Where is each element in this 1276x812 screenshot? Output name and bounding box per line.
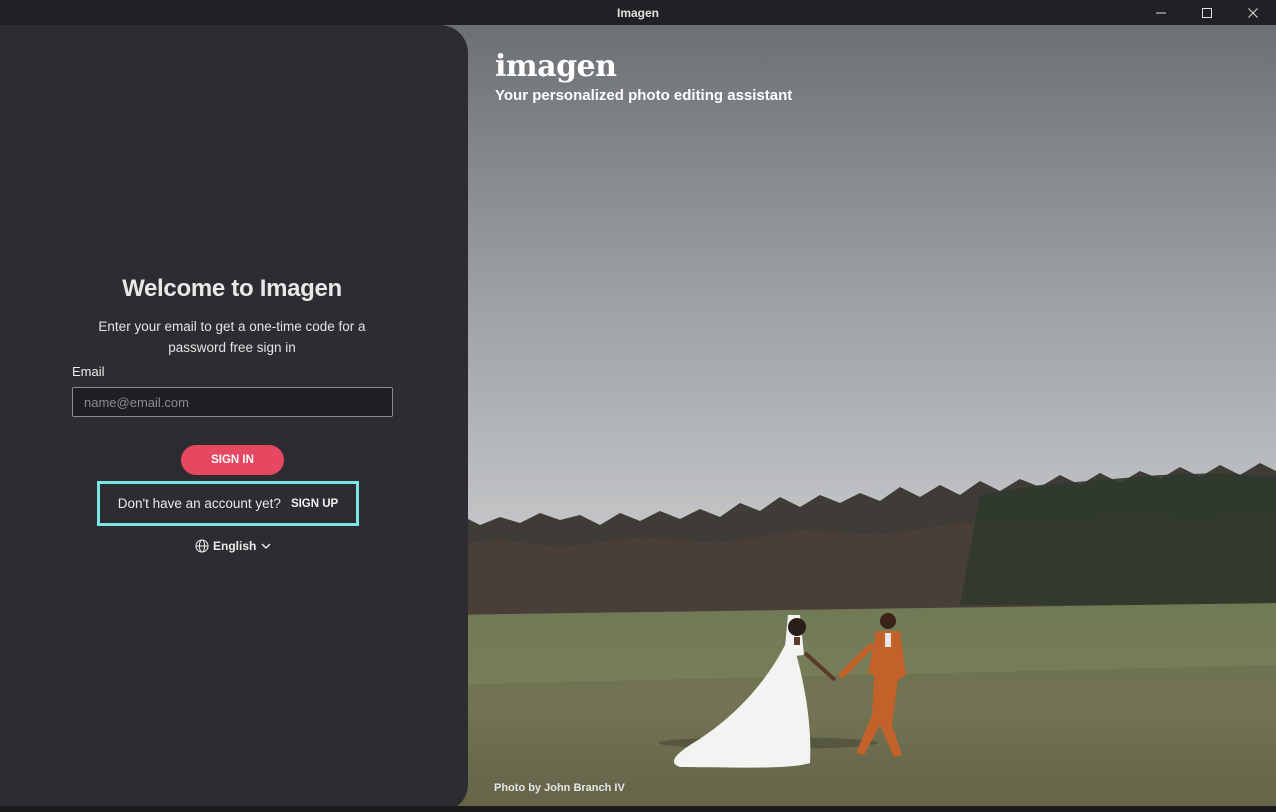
window-title: Imagen — [616, 5, 659, 20]
hero-photo: imagen Your personalized photo editing a… — [440, 25, 1276, 812]
minimize-button[interactable] — [1138, 0, 1184, 25]
globe-icon — [195, 539, 209, 553]
taskbar-edge — [0, 806, 1276, 812]
welcome-heading: Welcome to Imagen — [122, 275, 342, 302]
hero-background-image — [440, 25, 1276, 812]
signin-panel: Welcome to Imagen Enter your email to ge… — [0, 25, 468, 812]
maximize-button[interactable] — [1184, 0, 1230, 25]
chevron-down-icon — [261, 543, 271, 550]
email-label: Email — [72, 364, 105, 379]
close-button[interactable] — [1230, 0, 1276, 25]
sign-up-link[interactable]: SIGN UP — [291, 498, 338, 510]
close-icon — [1248, 7, 1258, 18]
photo-credit: Photo by John Branch IV — [494, 782, 625, 794]
maximize-icon — [1202, 7, 1212, 18]
signup-prompt: Don't have an account yet? — [117, 496, 281, 511]
window-titlebar: Imagen — [0, 0, 1276, 25]
window-controls — [1138, 0, 1276, 25]
tagline: Your personalized photo editing assistan… — [495, 87, 793, 104]
brand-block: imagen Your personalized photo editing a… — [495, 49, 793, 105]
signup-row: Don't have an account yet? SIGN UP — [97, 481, 359, 526]
imagen-logo: imagen — [495, 49, 617, 84]
language-selector[interactable]: English — [195, 537, 272, 555]
language-label: English — [213, 539, 257, 553]
email-field[interactable] — [72, 387, 393, 417]
signin-subtitle: Enter your email to get a one-time code … — [98, 319, 366, 355]
sign-in-button[interactable]: SIGN IN — [181, 445, 284, 475]
minimize-icon — [1156, 12, 1166, 13]
